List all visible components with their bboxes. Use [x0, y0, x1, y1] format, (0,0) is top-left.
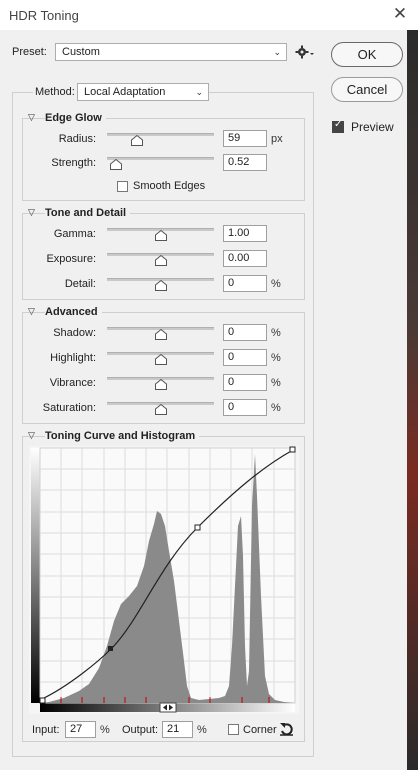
preview-checkbox[interactable] — [332, 119, 344, 133]
highlight-unit: % — [271, 352, 281, 364]
shadow-label: Shadow: — [53, 327, 96, 339]
background-image-strip — [407, 30, 418, 770]
exposure-field[interactable]: 0.00 — [223, 250, 267, 267]
curve-point — [194, 524, 201, 531]
vibrance-label: Vibrance: — [49, 377, 96, 389]
window-title: HDR Toning — [9, 8, 79, 23]
radius-slider-track[interactable] — [107, 133, 214, 136]
collapse-arrow-icon[interactable]: ▽ — [28, 306, 35, 317]
strength-label: Strength: — [51, 157, 96, 169]
saturation-label: Saturation: — [42, 402, 96, 414]
curve-range-handles — [159, 702, 177, 713]
gamma-field[interactable]: 1.00 — [223, 225, 267, 242]
collapse-arrow-icon[interactable]: ▽ — [28, 430, 35, 441]
input-label: Input: — [32, 724, 60, 736]
smooth-edges-label: Smooth Edges — [133, 180, 206, 192]
vibrance-unit: % — [271, 377, 281, 389]
curve-point-selected — [108, 646, 113, 651]
edge-glow-title: Edge Glow — [45, 112, 106, 124]
saturation-unit: % — [271, 402, 281, 414]
exposure-label: Exposure: — [46, 253, 96, 265]
title-bar: HDR Toning ✕ — [0, 0, 418, 30]
vibrance-field[interactable]: 0 — [223, 374, 267, 391]
detail-field[interactable]: 0 — [223, 275, 267, 292]
shadow-field[interactable]: 0 — [223, 324, 267, 341]
input-unit: % — [100, 724, 110, 736]
curve-histogram-graph[interactable] — [29, 446, 299, 714]
chevron-down-icon: ⌄ — [195, 87, 203, 97]
detail-unit: % — [271, 278, 281, 290]
output-label: Output: — [122, 724, 159, 736]
strength-slider-track[interactable] — [107, 157, 214, 160]
highlight-label: Highlight: — [50, 352, 96, 364]
preset-select[interactable]: Custom ⌄ — [55, 43, 287, 61]
gear-icon[interactable] — [295, 45, 315, 59]
radius-field[interactable]: 59 — [223, 130, 267, 147]
close-icon[interactable]: ✕ — [390, 4, 410, 24]
saturation-field[interactable]: 0 — [223, 399, 267, 416]
method-value: Local Adaptation — [84, 86, 166, 98]
corner-checkbox[interactable] — [228, 724, 239, 735]
curve-point-white — [289, 446, 296, 453]
toning-curve-title: Toning Curve and Histogram — [45, 430, 200, 442]
cancel-button[interactable]: Cancel — [331, 77, 403, 102]
reset-icon[interactable] — [279, 721, 295, 737]
gamma-label: Gamma: — [53, 228, 96, 240]
method-label: Method: — [33, 86, 77, 98]
output-gradient-bar — [31, 448, 40, 703]
output-field[interactable]: 21 — [162, 721, 193, 738]
ok-button[interactable]: OK — [331, 42, 403, 67]
radius-label: Radius: — [58, 133, 96, 145]
collapse-arrow-icon[interactable]: ▽ — [28, 207, 35, 218]
input-field[interactable]: 27 — [65, 721, 96, 738]
method-select[interactable]: Local Adaptation ⌄ — [77, 83, 209, 101]
tone-detail-title: Tone and Detail — [45, 207, 131, 219]
collapse-arrow-icon[interactable]: ▽ — [28, 112, 35, 123]
preset-label: Preset: — [12, 46, 47, 58]
curve-point-black — [39, 697, 46, 704]
shadow-unit: % — [271, 327, 281, 339]
detail-label: Detail: — [64, 278, 96, 290]
radius-unit: px — [271, 133, 283, 145]
preset-value: Custom — [62, 46, 100, 58]
corner-label: Corner — [243, 724, 277, 736]
advanced-title: Advanced — [45, 306, 102, 318]
chevron-down-icon: ⌄ — [273, 47, 281, 57]
strength-field[interactable]: 0.52 — [223, 154, 267, 171]
hdr-toning-dialog: HDR Toning ✕ Preset: Custom ⌄ OK Cancel … — [0, 0, 418, 770]
smooth-edges-checkbox[interactable] — [117, 181, 128, 192]
output-unit: % — [197, 724, 207, 736]
highlight-field[interactable]: 0 — [223, 349, 267, 366]
preview-label: Preview — [351, 120, 394, 134]
